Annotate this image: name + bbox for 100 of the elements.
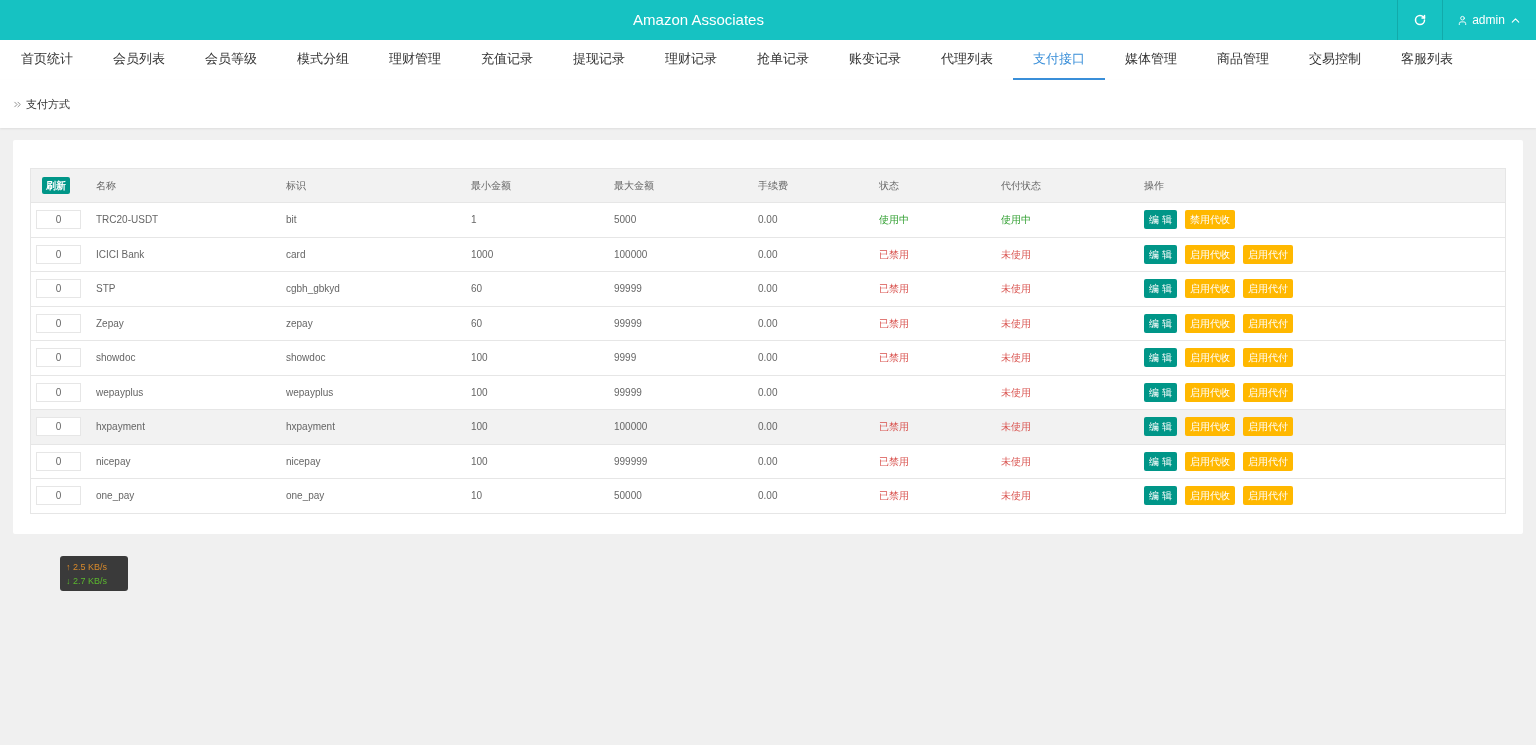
table-cell: 99999: [614, 386, 642, 398]
status-text: 未使用: [1001, 455, 1031, 467]
table-cell: 1: [471, 214, 477, 226]
sort-field[interactable]: 0: [36, 451, 81, 471]
sort-field[interactable]: 0: [36, 244, 81, 264]
sort-field[interactable]: 0: [36, 382, 81, 402]
status-text: 未使用: [1001, 386, 1031, 398]
column-header: 代付状态: [1001, 180, 1041, 191]
table-cell: 0.00: [758, 214, 778, 226]
edit-button[interactable]: 编 辑: [1144, 451, 1177, 471]
table-cell: TRC20-USDT: [96, 214, 159, 226]
sort-field[interactable]: 0: [36, 417, 81, 437]
column-header: 最大金额: [614, 180, 654, 191]
table-cell: wepayplus: [96, 386, 144, 398]
nav-tab[interactable]: 充值记录: [461, 40, 553, 80]
column-header: 操作: [1144, 180, 1164, 191]
status-text: 未使用: [1001, 317, 1031, 329]
user-icon: [1457, 14, 1469, 26]
table-cell: cgbh_gbkyd: [286, 283, 340, 295]
column-header: 最小金额: [471, 180, 511, 191]
status-text: 已禁用: [879, 283, 909, 295]
nav-tab[interactable]: 媒体管理: [1105, 40, 1197, 80]
table-cell: 100000: [614, 421, 648, 433]
nav-tab[interactable]: 理财记录: [645, 40, 737, 80]
status-text: 未使用: [1001, 490, 1031, 502]
nav-tab[interactable]: 提现记录: [553, 40, 645, 80]
sort-field[interactable]: 0: [36, 313, 81, 333]
table-cell: 10: [471, 490, 483, 502]
status-text: 已禁用: [879, 455, 909, 467]
table-cell: 0.00: [758, 490, 778, 502]
column-header: 标识: [286, 180, 306, 191]
status-text: 已禁用: [879, 248, 909, 260]
table-cell: 100000: [614, 248, 648, 260]
edit-button[interactable]: 编 辑: [1144, 348, 1177, 368]
sort-field[interactable]: 0: [36, 279, 81, 299]
table-cell: Zepay: [96, 317, 124, 329]
edit-button[interactable]: 编 辑: [1144, 210, 1177, 230]
edit-button[interactable]: 编 辑: [1144, 244, 1177, 264]
edit-button[interactable]: 编 辑: [1144, 417, 1177, 437]
nav-tab[interactable]: 首页统计: [1, 40, 93, 80]
upload-speed: ↑ 2.5 KB/s: [66, 560, 109, 574]
status-text: 未使用: [1001, 421, 1031, 433]
status-text: 未使用: [1001, 248, 1031, 260]
table-cell: bit: [286, 214, 297, 226]
edit-button[interactable]: 编 辑: [1144, 486, 1177, 506]
table-cell: 0.00: [758, 386, 778, 398]
table-cell: 0.00: [758, 455, 778, 467]
table-cell: 9999: [614, 352, 637, 364]
nav-tab[interactable]: 模式分组: [277, 40, 369, 80]
table-cell: STP: [96, 283, 116, 295]
table-cell: one_pay: [286, 490, 325, 502]
table-cell: zepay: [286, 317, 313, 329]
sort-field[interactable]: 0: [36, 348, 81, 368]
status-text: 已禁用: [879, 421, 909, 433]
table-cell: 0.00: [758, 317, 778, 329]
nav-tab[interactable]: 会员等级: [185, 40, 277, 80]
table-cell: ICICI Bank: [96, 248, 145, 260]
table-cell: hxpayment: [286, 421, 335, 433]
status-text: 使用中: [879, 214, 909, 226]
table-cell: hxpayment: [96, 421, 145, 433]
app-title: Amazon Associates: [633, 9, 764, 30]
table-cell: 0.00: [758, 352, 778, 364]
edit-button[interactable]: 编 辑: [1144, 313, 1177, 333]
table-cell: 100: [471, 386, 488, 398]
nav-tab[interactable]: 商品管理: [1197, 40, 1289, 80]
download-speed: ↓ 2.7 KB/s: [66, 574, 109, 588]
nav-tab[interactable]: 账变记录: [829, 40, 921, 80]
table-cell: 0.00: [758, 248, 778, 260]
table-cell: one_pay: [96, 490, 135, 502]
table-cell: 60: [471, 317, 483, 329]
nav-tab[interactable]: 客服列表: [1381, 40, 1473, 80]
sort-field[interactable]: 0: [36, 486, 81, 506]
nav-tab[interactable]: 理财管理: [369, 40, 461, 80]
column-header: 名称: [96, 180, 116, 191]
edit-button[interactable]: 编 辑: [1144, 382, 1177, 402]
status-text: 使用中: [1001, 214, 1031, 226]
table-cell: 1000: [471, 248, 494, 260]
nav-tab[interactable]: 交易控制: [1289, 40, 1381, 80]
status-text: 已禁用: [879, 490, 909, 502]
edit-button[interactable]: 编 辑: [1144, 279, 1177, 299]
table-cell: 100: [471, 455, 488, 467]
table-cell: 5000: [614, 214, 637, 226]
sort-field[interactable]: 0: [36, 210, 81, 230]
status-text: 已禁用: [879, 317, 909, 329]
table-cell: 100: [471, 352, 488, 364]
table-cell: 50000: [614, 490, 642, 502]
status-text: 已禁用: [879, 352, 909, 364]
status-text: 未使用: [1001, 283, 1031, 295]
nav-tab[interactable]: 抢单记录: [737, 40, 829, 80]
column-header: 状态: [879, 180, 899, 191]
table-cell: 99999: [614, 283, 642, 295]
nav-tab[interactable]: 代理列表: [921, 40, 1013, 80]
breadcrumb: 支付方式: [26, 96, 70, 112]
status-text: 未使用: [1001, 352, 1031, 364]
table-cell: 0.00: [758, 283, 778, 295]
table-cell: 60: [471, 283, 483, 295]
table-cell: nicepay: [96, 455, 131, 467]
table-cell: nicepay: [286, 455, 321, 467]
nav-tab[interactable]: 会员列表: [93, 40, 185, 80]
refresh-button[interactable]: 刷新: [42, 177, 70, 194]
